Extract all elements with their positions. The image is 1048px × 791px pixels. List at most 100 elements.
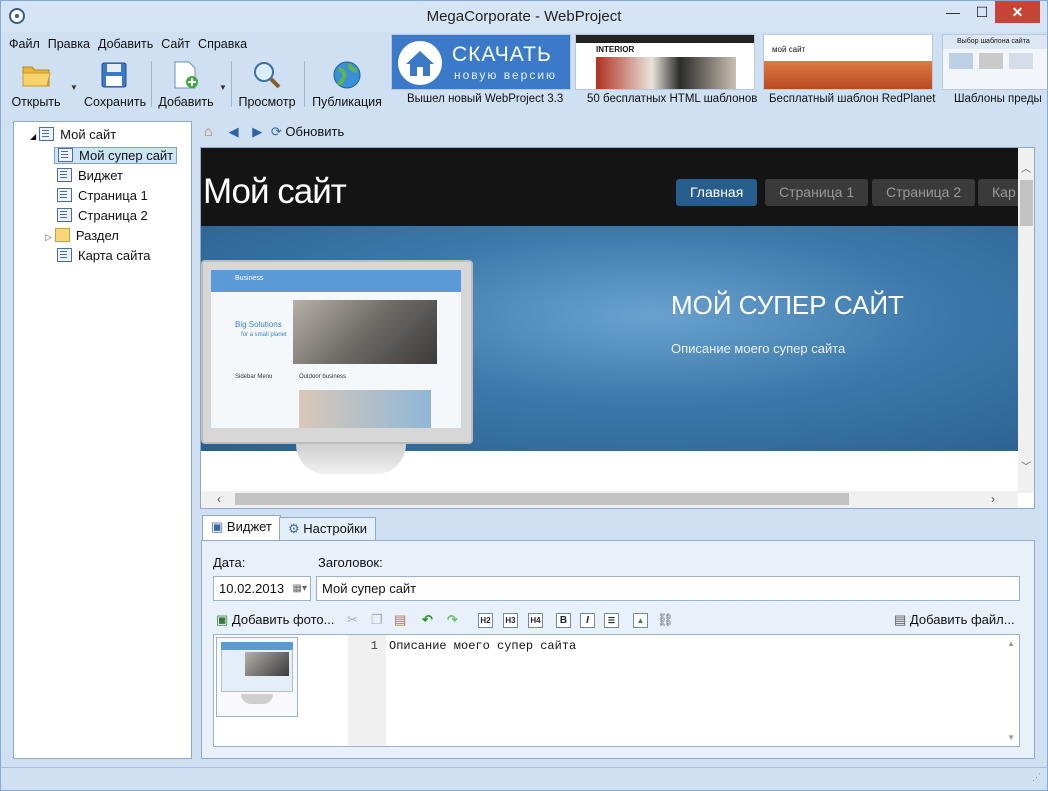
scroll-up-icon[interactable]: ︿ bbox=[1021, 160, 1031, 175]
editor-scroll-up-icon[interactable]: ▲ bbox=[1007, 639, 1015, 648]
tree-item-widget[interactable]: Виджет bbox=[57, 166, 123, 186]
close-button[interactable]: ✕ bbox=[995, 1, 1040, 23]
screen-headline: Big Solutions bbox=[235, 320, 282, 329]
menu-add[interactable]: Добавить bbox=[98, 34, 153, 54]
minimize-button[interactable]: — bbox=[938, 1, 968, 23]
scroll-left-icon[interactable]: ‹ bbox=[217, 492, 221, 506]
save-button[interactable]: Сохранить bbox=[84, 57, 146, 111]
resize-grip-icon[interactable]: ⋰ bbox=[1032, 772, 1041, 783]
add-photo-button[interactable]: ▣ Добавить фото... bbox=[216, 610, 335, 630]
insert-image-button[interactable]: ▲ bbox=[633, 610, 648, 630]
horizontal-scroll-thumb[interactable] bbox=[235, 493, 849, 505]
add-photo-label: Добавить фото... bbox=[231, 612, 335, 627]
site-nav-page-2[interactable]: Страница 2 bbox=[872, 179, 976, 206]
menu-edit[interactable]: Правка bbox=[48, 34, 90, 54]
calendar-icon[interactable]: ▦▾ bbox=[293, 577, 307, 600]
back-arrow-icon[interactable]: ◀ bbox=[224, 124, 244, 140]
editor-scroll-down-icon[interactable]: ▼ bbox=[1007, 733, 1015, 742]
attach-file-icon: ▤ bbox=[894, 612, 907, 627]
paste-icon[interactable]: ▤ bbox=[394, 610, 406, 630]
news-item-themes[interactable]: Выбор шаблона сайта Шаблоны преды bbox=[942, 34, 1047, 112]
screen-subline: for a small planet bbox=[241, 332, 287, 338]
vertical-scroll-thumb[interactable] bbox=[1020, 180, 1033, 226]
tab-settings[interactable]: ⚙ Настройки bbox=[279, 517, 377, 541]
themes-thumbnail[interactable]: Выбор шаблона сайта bbox=[942, 34, 1047, 90]
tab-widget[interactable]: ▣ Виджет bbox=[202, 515, 281, 541]
h2-button[interactable]: H2 bbox=[478, 610, 493, 630]
news-item-download[interactable]: СКАЧАТЬ новую версию Вышел новый WebProj… bbox=[391, 34, 571, 112]
forward-arrow-icon[interactable]: ▶ bbox=[247, 124, 267, 140]
undo-icon[interactable]: ↶ bbox=[422, 610, 433, 630]
tree-item-page-1[interactable]: Страница 1 bbox=[57, 186, 148, 206]
menu-file[interactable]: Файл bbox=[9, 34, 40, 54]
themes-dialog-title: Выбор шаблона сайта bbox=[943, 35, 1047, 49]
redplanet-thumbnail[interactable]: мой сайт bbox=[763, 34, 933, 90]
screen-sidebar-menu: Sidebar Menu bbox=[235, 374, 273, 380]
refresh-button[interactable]: ⟳ Обновить bbox=[271, 124, 344, 139]
h4-button[interactable]: H4 bbox=[528, 610, 543, 630]
preview-horizontal-scrollbar[interactable]: ‹ › bbox=[201, 491, 1018, 508]
tree-item-page-2[interactable]: Страница 2 bbox=[57, 206, 148, 226]
app-window: MegaCorporate - WebProject — ☐ ✕ Файл Пра… bbox=[0, 0, 1048, 791]
link-icon[interactable]: ⛓ bbox=[657, 610, 674, 630]
add-dropdown-arrow[interactable]: ▼ bbox=[219, 83, 227, 92]
photo-thumbnail[interactable] bbox=[216, 637, 298, 717]
site-title: Мой сайт bbox=[203, 172, 347, 211]
widget-tab-icon: ▣ bbox=[211, 519, 224, 534]
content-text[interactable]: Описание моего супер сайта bbox=[389, 639, 576, 653]
interior-logo: INTERIOR bbox=[596, 45, 635, 54]
menu-site[interactable]: Сайт bbox=[161, 34, 190, 54]
date-picker[interactable]: 10.02.2013 ▦▾ bbox=[213, 576, 311, 601]
tree-item-section[interactable]: ▷ Раздел bbox=[45, 226, 119, 246]
tree-item-sitemap[interactable]: Карта сайта bbox=[57, 246, 150, 266]
news-caption[interactable]: 50 бесплатных HTML шаблонов bbox=[587, 93, 757, 105]
redplanet-logo: мой сайт bbox=[772, 45, 806, 54]
folder-icon bbox=[54, 228, 70, 242]
preview-vertical-scrollbar[interactable]: ︿ ﹀ bbox=[1018, 148, 1034, 493]
news-caption[interactable]: Шаблоны преды bbox=[954, 93, 1042, 105]
tree-root[interactable]: ◢ Мой сайт bbox=[30, 125, 116, 145]
home-icon[interactable]: ⌂ bbox=[204, 123, 220, 139]
add-file-label: Добавить файл... bbox=[909, 612, 1015, 627]
site-nav-home[interactable]: Главная bbox=[676, 179, 758, 206]
add-file-button[interactable]: ▤ Добавить файл... bbox=[894, 610, 1015, 630]
menu-help[interactable]: Справка bbox=[198, 34, 247, 54]
tree-item-label: Мой супер сайт bbox=[79, 148, 174, 163]
preview-button[interactable]: Просмотр bbox=[235, 57, 299, 111]
tree-item-label: Карта сайта bbox=[78, 248, 151, 263]
refresh-icon: ⟳ bbox=[270, 124, 282, 139]
monitor-stand bbox=[296, 444, 406, 474]
open-dropdown-arrow[interactable]: ▼ bbox=[70, 83, 78, 92]
cut-icon[interactable]: ✂ bbox=[347, 610, 358, 630]
italic-button[interactable]: I bbox=[580, 610, 595, 630]
copy-icon[interactable]: ❐ bbox=[371, 610, 383, 630]
content-editor[interactable]: 1 Описание моего супер сайта ▲ ▼ bbox=[213, 634, 1020, 747]
redo-icon[interactable]: ↷ bbox=[447, 610, 458, 630]
templates-thumbnail[interactable]: INTERIOR bbox=[575, 34, 755, 90]
scroll-right-icon[interactable]: › bbox=[991, 492, 995, 506]
maximize-button[interactable]: ☐ bbox=[967, 1, 997, 23]
add-button[interactable]: ▼ Добавить bbox=[156, 57, 227, 111]
tree-item-super-site[interactable]: Мой супер сайт bbox=[54, 146, 178, 166]
publish-button[interactable]: Публикация bbox=[309, 57, 385, 111]
scroll-down-icon[interactable]: ﹀ bbox=[1021, 458, 1031, 473]
news-caption[interactable]: Бесплатный шаблон RedPlanet bbox=[769, 93, 935, 105]
add-page-icon bbox=[174, 61, 198, 89]
news-item-templates[interactable]: INTERIOR 50 бесплатных HTML шаблонов bbox=[575, 34, 757, 112]
tree-item-label: Страница 2 bbox=[78, 208, 148, 223]
save-icon bbox=[101, 62, 127, 88]
bold-button[interactable]: B bbox=[556, 610, 571, 630]
download-banner[interactable]: СКАЧАТЬ новую версию bbox=[391, 34, 571, 90]
news-caption[interactable]: Вышел новый WebProject 3.3 bbox=[407, 93, 563, 105]
h3-button[interactable]: H3 bbox=[503, 610, 518, 630]
title-input[interactable]: Мой супер сайт bbox=[316, 576, 1020, 601]
open-button[interactable]: ▼ Открыть bbox=[9, 57, 78, 111]
site-nav-page-1[interactable]: Страница 1 bbox=[765, 179, 869, 206]
news-strip: СКАЧАТЬ новую версию Вышел новый WebProj… bbox=[391, 34, 1047, 112]
list-button[interactable]: ☰ bbox=[604, 610, 619, 630]
expand-arrow-icon[interactable]: ▷ bbox=[45, 232, 52, 242]
site-home-icon bbox=[39, 127, 55, 141]
collapse-arrow-icon[interactable]: ◢ bbox=[30, 132, 36, 141]
news-item-redplanet[interactable]: мой сайт Бесплатный шаблон RedPlanet bbox=[763, 34, 935, 112]
hero-title: МОЙ СУПЕР САЙТ bbox=[671, 290, 904, 320]
